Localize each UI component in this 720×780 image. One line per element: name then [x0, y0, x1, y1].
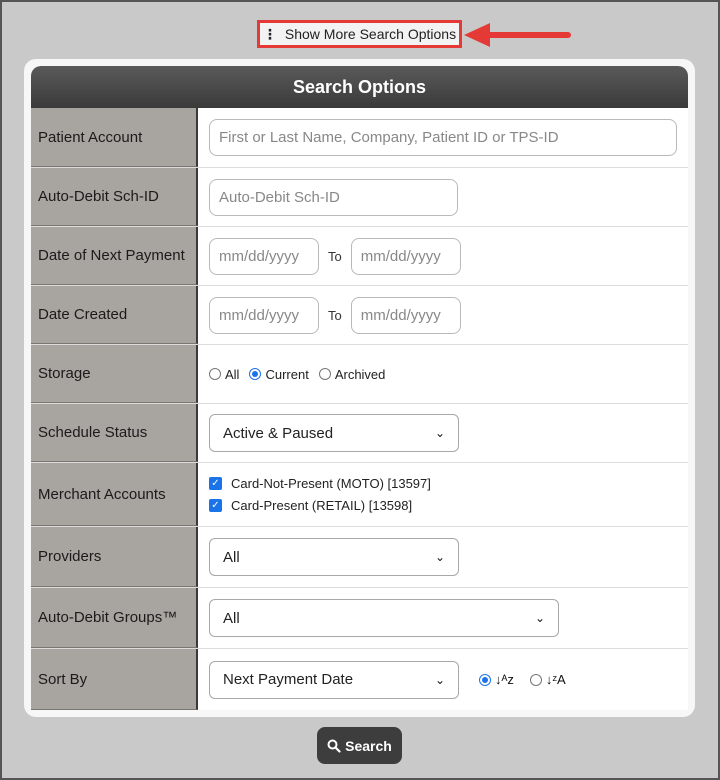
- row-label: Sort By: [31, 649, 198, 710]
- checkbox-checked-icon[interactable]: ✓: [209, 499, 222, 512]
- to-label: To: [328, 307, 342, 323]
- next-payment-to-date-input[interactable]: mm/dd/yyyy: [350, 237, 461, 275]
- panel-title: Search Options: [31, 66, 688, 108]
- row-providers: Providers All ⌄: [31, 527, 688, 588]
- row-storage: Storage All Current Archived: [31, 345, 688, 404]
- merchant-account-checkbox[interactable]: ✓ Card-Not-Present (MOTO) [13597]: [209, 473, 431, 495]
- row-schedule-status: Schedule Status Active & Paused ⌄: [31, 404, 688, 463]
- row-date-created: Date Created mm/dd/yyyy To mm/dd/yyyy: [31, 286, 688, 345]
- created-to-date-input[interactable]: mm/dd/yyyy: [350, 296, 461, 334]
- auto-debit-groups-select[interactable]: All ⌄: [209, 599, 559, 637]
- row-label: Patient Account: [31, 108, 198, 167]
- radio-icon[interactable]: [318, 368, 331, 380]
- row-label: Auto-Debit Sch-ID: [31, 168, 198, 226]
- storage-radio-all[interactable]: All: [209, 367, 239, 382]
- row-sort-by: Sort By Next Payment Date ⌄ ↓ᴬz ↓ᶻA: [31, 649, 688, 710]
- row-label: Date of Next Payment: [31, 227, 198, 285]
- row-label: Storage: [31, 345, 198, 403]
- chevron-down-icon: ⌄: [434, 550, 445, 564]
- sort-by-select[interactable]: Next Payment Date ⌄: [209, 660, 459, 699]
- storage-radio-current[interactable]: Current: [249, 367, 309, 382]
- storage-radio-archived[interactable]: Archived: [318, 367, 385, 382]
- show-more-label: Show More Search Options: [284, 26, 457, 42]
- row-date-next-payment: Date of Next Payment mm/dd/yyyy To mm/dd…: [31, 227, 688, 286]
- next-payment-from-date-input[interactable]: mm/dd/yyyy: [209, 237, 319, 275]
- row-label: Date Created: [31, 286, 198, 344]
- radio-icon[interactable]: [529, 673, 542, 686]
- chevron-down-icon: ⌄: [534, 611, 545, 625]
- search-options-table: Patient Account First or Last Name, Comp…: [31, 108, 688, 710]
- row-auto-debit-sch-id: Auto-Debit Sch-ID Auto-Debit Sch-ID: [31, 168, 688, 227]
- show-more-search-options-link[interactable]: ⋮ Show More Search Options: [257, 20, 462, 48]
- sort-ascending-icon: ↓ᴬz: [495, 672, 514, 687]
- row-merchant-accounts: Merchant Accounts ✓ Card-Not-Present (MO…: [31, 463, 688, 527]
- row-auto-debit-groups: Auto-Debit Groups™ All ⌄: [31, 588, 688, 649]
- merchant-account-checkbox[interactable]: ✓ Card-Present (RETAIL) [13598]: [209, 495, 412, 517]
- row-label: Schedule Status: [31, 404, 198, 462]
- created-from-date-input[interactable]: mm/dd/yyyy: [209, 296, 319, 334]
- kebab-icon: ⋮: [262, 26, 277, 42]
- row-patient-account: Patient Account First or Last Name, Comp…: [31, 108, 688, 168]
- chevron-down-icon: ⌄: [434, 426, 445, 440]
- chevron-down-icon: ⌄: [434, 672, 445, 687]
- sort-descending-icon: ↓ᶻA: [545, 672, 566, 687]
- sort-ascending-radio[interactable]: ↓ᴬz: [479, 672, 520, 687]
- search-icon: [327, 739, 341, 753]
- radio-selected-icon[interactable]: [249, 368, 262, 380]
- search-button-label: Search: [345, 737, 392, 754]
- to-label: To: [328, 248, 342, 264]
- annotation-arrow-icon: [464, 23, 571, 47]
- checkbox-checked-icon[interactable]: ✓: [209, 477, 222, 490]
- sort-order-radio-group: ↓ᴬz ↓ᶻA: [479, 672, 582, 687]
- radio-selected-icon[interactable]: [479, 673, 491, 686]
- row-label: Providers: [31, 527, 198, 587]
- radio-icon[interactable]: [209, 368, 221, 380]
- schedule-status-select[interactable]: Active & Paused ⌄: [209, 414, 459, 452]
- row-label: Merchant Accounts: [31, 463, 198, 526]
- search-button[interactable]: Search: [317, 727, 402, 764]
- storage-radio-group: All Current Archived: [209, 367, 395, 382]
- auto-debit-sch-id-input[interactable]: Auto-Debit Sch-ID: [209, 178, 458, 216]
- patient-account-input[interactable]: First or Last Name, Company, Patient ID …: [209, 119, 677, 156]
- sort-descending-radio[interactable]: ↓ᶻA: [529, 672, 572, 687]
- providers-select[interactable]: All ⌄: [209, 538, 459, 576]
- row-label: Auto-Debit Groups™: [31, 588, 198, 648]
